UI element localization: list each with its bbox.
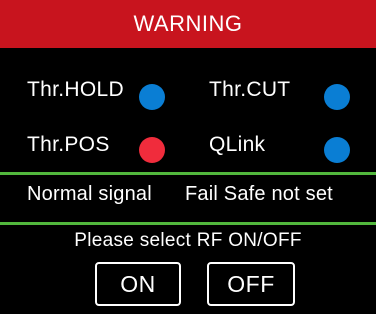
- signal-status-text: Normal signal: [27, 183, 152, 205]
- status-dot-qlink: [324, 137, 350, 163]
- status-label-qlink: QLink: [209, 133, 266, 156]
- divider-bottom: [0, 222, 376, 225]
- rf-prompt: Please select RF ON/OFF: [74, 230, 302, 251]
- status-dot-thr-cut: [324, 84, 350, 110]
- status-dot-thr-hold: [139, 84, 165, 110]
- failsafe-status-text: Fail Safe not set: [185, 183, 333, 205]
- rf-off-button[interactable]: OFF: [207, 262, 295, 306]
- divider-top: [0, 172, 376, 175]
- status-dot-thr-pos: [139, 137, 165, 163]
- status-label-thr-hold: Thr.HOLD: [27, 78, 124, 101]
- rf-off-label: OFF: [227, 270, 275, 297]
- rf-on-button[interactable]: ON: [95, 262, 181, 306]
- rf-on-label: ON: [120, 270, 156, 297]
- status-label-thr-cut: Thr.CUT: [209, 78, 291, 101]
- warning-title: WARNING: [133, 11, 243, 36]
- title-bar: WARNING: [0, 0, 376, 48]
- status-label-thr-pos: Thr.POS: [27, 133, 110, 156]
- warning-screen: WARNING Thr.HOLD Thr.CUT Thr.POS QLink N…: [0, 0, 376, 314]
